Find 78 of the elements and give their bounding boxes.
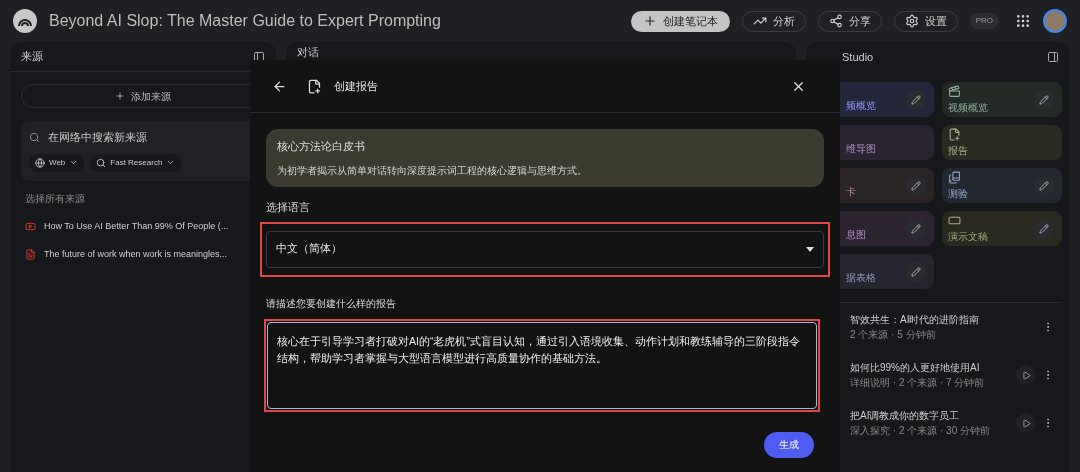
plus-icon xyxy=(642,14,657,28)
edit-button[interactable] xyxy=(906,89,926,110)
card-title: 维导图 xyxy=(846,142,877,156)
report-format-card: 核心方法论白皮书 为初学者揭示从简单对话转向深度提示词工程的核心逻辑与思维方式。 xyxy=(266,129,824,187)
output-meta: 2 个来源 · 5 分钟前 xyxy=(850,328,937,342)
edit-button[interactable] xyxy=(1034,218,1054,239)
video-icon xyxy=(25,221,36,233)
edit-button[interactable] xyxy=(1034,175,1054,196)
card-title: 演示文稿 xyxy=(948,229,989,244)
back-icon[interactable] xyxy=(272,78,287,94)
chevron-down-icon xyxy=(69,158,79,167)
pencil-icon xyxy=(911,266,921,277)
play-button[interactable] xyxy=(1016,413,1036,433)
generate-button[interactable]: 生成 xyxy=(764,431,814,458)
output-meta: 详细说明 · 2 个来源 · 7 分钟前 xyxy=(850,376,986,390)
play-icon xyxy=(1021,370,1031,380)
pencil-icon xyxy=(911,223,921,234)
pencil-icon xyxy=(1039,94,1049,105)
pencil-icon xyxy=(1039,223,1049,234)
notebook-title: Beyond AI Slop: The Master Guide to Expert Prompting xyxy=(49,11,441,31)
edit-button[interactable] xyxy=(1034,89,1054,110)
report-icon xyxy=(307,78,322,94)
pencil-icon xyxy=(1039,180,1049,191)
studio-card[interactable]: 视频概览 xyxy=(942,82,1062,117)
output-title: 智效共生：AI时代的进阶指南 xyxy=(850,313,981,327)
create-notebook-button[interactable]: 创建笔记本 xyxy=(630,10,730,32)
field-label: 选择语言 xyxy=(266,200,311,215)
language-select[interactable]: 中文（简体） xyxy=(266,230,824,268)
dialog-title: 创建报告 xyxy=(334,78,378,94)
panel-title: 来源 xyxy=(21,49,43,65)
panel-title: Studio xyxy=(842,49,874,65)
search-sparkle-icon xyxy=(96,157,107,168)
output-title: 如何比99%的人更好地使用AI xyxy=(850,361,981,375)
card-title: 视频概览 xyxy=(948,100,989,115)
logo-icon xyxy=(13,9,37,33)
panel-toggle-icon[interactable] xyxy=(1047,51,1059,63)
avatar[interactable] xyxy=(1043,9,1067,33)
video-icon xyxy=(948,84,961,98)
pencil-icon xyxy=(911,94,921,105)
card-title: 卡 xyxy=(846,185,857,199)
card-title: 报告 xyxy=(948,143,969,158)
report-description-field[interactable]: 核心在于引导学习者打破对AI的“老虎机”式盲目认知，通过引入语境收集、动作计划和教练辅导的三阶段指令结构，帮助学习者掌握与大型语言模型进行高质量协作的基础方法。 xyxy=(267,321,817,409)
card-title: 测验 xyxy=(948,186,969,201)
pro-badge: PRO xyxy=(969,13,999,29)
dropdown-icon xyxy=(806,246,814,252)
panel-toggle-icon[interactable] xyxy=(253,50,265,63)
play-button[interactable] xyxy=(1016,365,1036,385)
output-meta: 深入探究 · 2 个来源 · 30 分钟前 xyxy=(850,424,991,438)
edit-button[interactable] xyxy=(906,175,926,196)
settings-icon xyxy=(904,14,919,28)
panel-title: 对话 xyxy=(297,44,319,60)
edit-button[interactable] xyxy=(906,261,926,282)
search-field[interactable]: 在网络中搜索新来源 xyxy=(48,129,257,146)
report-icon xyxy=(948,127,961,141)
document-icon xyxy=(25,248,36,260)
play-icon xyxy=(1021,418,1031,428)
source-item[interactable]: The future of work when work is meaningles... xyxy=(25,247,247,261)
select-all-label: 选择所有来源 xyxy=(25,192,86,206)
source-item[interactable]: How To Use AI Better Than 99% Of People (... xyxy=(25,220,247,234)
globe-icon xyxy=(35,157,45,168)
cards-icon xyxy=(948,170,961,184)
studio-card[interactable]: 报告 xyxy=(942,125,1062,160)
plus-icon xyxy=(115,91,125,101)
chevron-down-icon xyxy=(166,158,176,167)
apps-icon[interactable] xyxy=(1015,13,1031,29)
search-icon xyxy=(29,131,40,143)
source-type-chip[interactable]: Fast Research xyxy=(90,153,182,172)
source-type-chip[interactable]: Web xyxy=(29,153,85,172)
field-label: 请描述您要创建什么样的报告 xyxy=(266,296,397,311)
edit-button[interactable] xyxy=(906,218,926,239)
studio-card[interactable]: 测验 xyxy=(942,168,1062,203)
output-title: 把AI调教成你的数字员工 xyxy=(850,409,961,423)
card-title: 频概览 xyxy=(846,99,877,113)
card-title: 息图 xyxy=(846,228,867,242)
studio-card[interactable]: 演示文稿 xyxy=(942,211,1062,246)
pencil-icon xyxy=(911,180,921,191)
card-title: 据表格 xyxy=(846,271,877,285)
share-icon xyxy=(828,14,843,28)
